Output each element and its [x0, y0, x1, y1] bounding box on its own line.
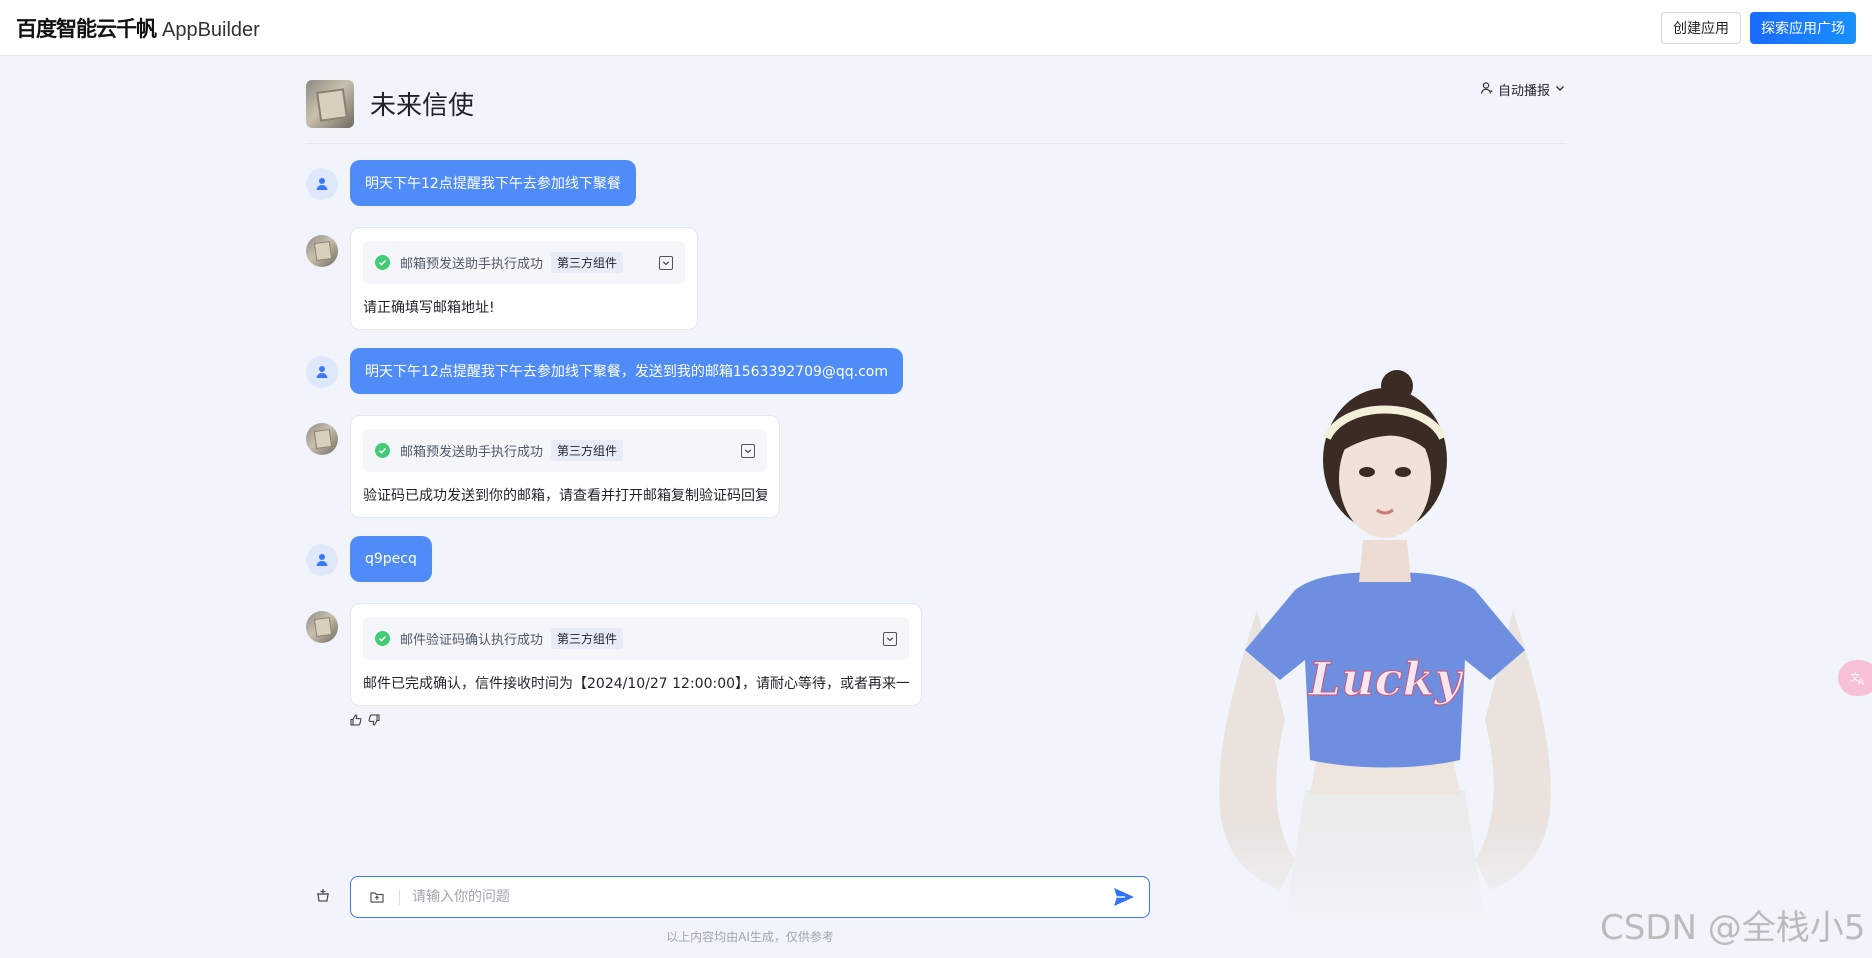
explore-app-square-button[interactable]: 探索应用广场 [1750, 11, 1856, 44]
bot-message-card: 邮件验证码确认执行成功 第三方组件 邮件已完成确认，信件接收时间为【2024/1… [350, 603, 922, 706]
tool-status-text: 邮件验证码确认执行成功 [400, 633, 544, 648]
translate-icon: 文A [1850, 671, 1865, 687]
thumbs-up-icon[interactable] [350, 713, 362, 731]
create-app-button[interactable]: 创建应用 [1661, 11, 1741, 44]
thumbs-down-icon[interactable] [368, 713, 380, 731]
user-voice-icon [1480, 81, 1494, 99]
tool-call-status[interactable]: 邮箱预发送助手执行成功 第三方组件 [363, 241, 685, 284]
user-message-bubble: 明天下午12点提醒我下午去参加线下聚餐，发送到我的邮箱1563392709@qq… [350, 348, 904, 394]
agent-name: 未来信使 [370, 91, 475, 121]
autoplay-label: 自动播报 [1497, 84, 1550, 99]
expand-icon[interactable] [741, 443, 755, 458]
user-avatar [306, 544, 338, 576]
agent-header: 未来信使 自动播报 [306, 79, 1566, 144]
user-avatar [306, 356, 338, 388]
chat-input-box [350, 876, 1150, 918]
success-check-icon [375, 631, 390, 646]
tool-call-status[interactable]: 邮箱预发送助手执行成功 第三方组件 [363, 429, 767, 472]
bot-message-text: 请正确填写邮箱地址! [363, 300, 495, 316]
message-row-bot: 邮箱预发送助手执行成功 第三方组件 请正确填写邮箱地址! [306, 227, 698, 330]
message-feedback [350, 713, 380, 731]
brand-name-cn: 百度智能云千帆 [16, 16, 157, 41]
translate-float-button[interactable]: 文A [1838, 660, 1872, 696]
bot-message-card: 邮箱预发送助手执行成功 第三方组件 验证码已成功发送到你的邮箱，请查看并打开邮箱… [350, 415, 780, 518]
ai-disclaimer: 以上内容均由AI生成，仅供参考 [666, 930, 834, 944]
message-row-user: q9pecq [306, 536, 432, 582]
top-actions: 创建应用 探索应用广场 [1661, 11, 1856, 44]
bot-message-card: 邮箱预发送助手执行成功 第三方组件 请正确填写邮箱地址! [350, 227, 698, 330]
success-check-icon [375, 255, 390, 270]
success-check-icon [375, 443, 390, 458]
user-avatar [306, 168, 338, 200]
user-icon [316, 366, 328, 378]
message-row-bot: 邮件验证码确认执行成功 第三方组件 邮件已完成确认，信件接收时间为【2024/1… [306, 603, 922, 706]
chat-input[interactable] [412, 889, 1111, 905]
agent-avatar [306, 79, 354, 128]
user-icon [316, 178, 328, 190]
bot-message-text: 邮件已完成确认，信件接收时间为【2024/10/27 12:00:00】，请耐心… [363, 676, 909, 692]
clear-chat-icon[interactable] [314, 886, 332, 909]
message-row-user: 明天下午12点提醒我下午去参加线下聚餐，发送到我的邮箱1563392709@qq… [306, 348, 904, 394]
user-message-bubble: 明天下午12点提醒我下午去参加线下聚餐 [350, 160, 636, 206]
message-row-user: 明天下午12点提醒我下午去参加线下聚餐 [306, 160, 636, 206]
message-row-bot: 邮箱预发送助手执行成功 第三方组件 验证码已成功发送到你的邮箱，请查看并打开邮箱… [306, 415, 780, 518]
upload-file-icon[interactable] [367, 887, 387, 907]
tool-call-status[interactable]: 邮件验证码确认执行成功 第三方组件 [363, 617, 909, 660]
bot-message-text: 验证码已成功发送到你的邮箱，请查看并打开邮箱复制验证码回复 [363, 488, 767, 504]
chevron-down-icon [1554, 82, 1566, 98]
third-party-tag: 第三方组件 [551, 252, 624, 273]
user-message-bubble: q9pecq [350, 536, 432, 582]
svg-text:Lucky: Lucky [1307, 652, 1465, 706]
third-party-tag: 第三方组件 [551, 440, 624, 461]
send-icon[interactable] [1111, 884, 1137, 910]
user-icon [316, 554, 328, 566]
third-party-tag: 第三方组件 [551, 628, 624, 649]
input-divider [399, 889, 400, 905]
expand-icon[interactable] [883, 631, 897, 646]
bot-avatar [306, 235, 338, 267]
autoplay-dropdown[interactable]: 自动播报 [1480, 80, 1566, 99]
top-bar: 百度智能云千帆 AppBuilder 创建应用 探索应用广场 [0, 0, 1872, 56]
svg-text:A: A [1858, 678, 1865, 687]
tool-status-text: 邮箱预发送助手执行成功 [400, 257, 544, 272]
bot-avatar [306, 611, 338, 643]
brand-logo[interactable]: 百度智能云千帆 AppBuilder [16, 13, 260, 43]
csdn-watermark: CSDN @全栈小5 [1600, 908, 1866, 948]
bot-avatar [306, 423, 338, 455]
figure-fade-overlay [1170, 820, 1600, 930]
brand-name-en: AppBuilder [162, 18, 260, 41]
expand-icon[interactable] [659, 255, 673, 270]
tool-status-text: 邮箱预发送助手执行成功 [400, 445, 544, 460]
